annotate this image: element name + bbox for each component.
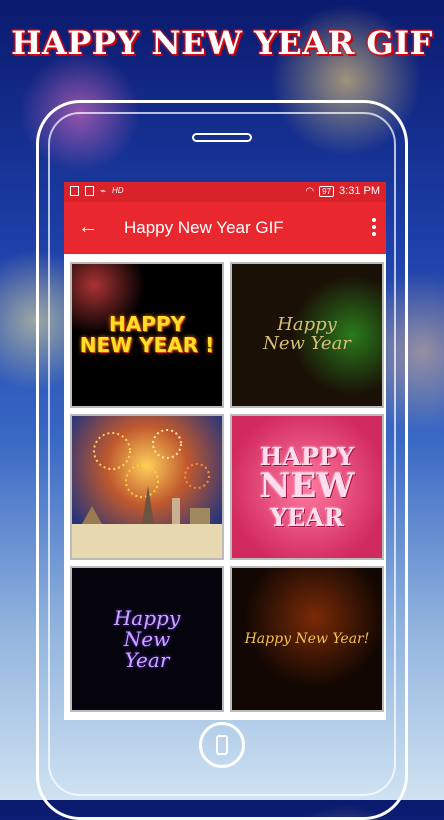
app-toolbar: ← Happy New Year GIF	[64, 202, 386, 254]
notification-icon	[70, 186, 79, 196]
status-time: 3:31 PM	[339, 185, 380, 197]
status-right: ◠ 97 3:31 PM	[305, 185, 380, 197]
status-bar: ⌁ HD ◠ 97 3:31 PM	[64, 182, 386, 202]
gif-caption: Happy New Year	[113, 605, 181, 672]
gif-caption: Happy New Year	[263, 314, 351, 354]
app-screen: ⌁ HD ◠ 97 3:31 PM ← Happy New Year GIF H…	[64, 182, 386, 720]
gif-tile[interactable]: HAPPY NEW YEAR !	[70, 262, 224, 408]
wifi-icon: ◠	[305, 185, 315, 197]
usb-icon: ⌁	[100, 186, 107, 197]
more-vert-icon[interactable]	[372, 218, 376, 236]
hd-badge: HD	[112, 186, 124, 195]
image-icon	[85, 186, 94, 196]
promo-banner-title: HAPPY NEW YEAR GIF	[11, 24, 433, 62]
battery-icon: 97	[319, 185, 335, 197]
gif-caption: HAPPY NEW YEAR !	[79, 312, 215, 357]
gif-caption: HAPPY NEW YEAR	[259, 441, 355, 532]
gif-tile[interactable]: HAPPY NEW YEAR	[230, 414, 384, 560]
phone-home-button	[199, 722, 245, 768]
gif-caption: Happy New Year!	[244, 630, 370, 647]
gif-tile[interactable]: Happy New Year	[70, 566, 224, 712]
home-button-icon	[216, 735, 228, 755]
fireworks-city-image	[72, 429, 222, 558]
gif-tile[interactable]: Happy New Year!	[230, 566, 384, 712]
status-left-icons: ⌁ HD	[70, 186, 124, 197]
arrow-back-icon[interactable]: ←	[78, 216, 98, 238]
phone-speaker	[192, 133, 252, 142]
toolbar-title: Happy New Year GIF	[124, 218, 284, 237]
gif-tile[interactable]	[70, 414, 224, 560]
gif-tile[interactable]: Happy New Year	[230, 262, 384, 408]
